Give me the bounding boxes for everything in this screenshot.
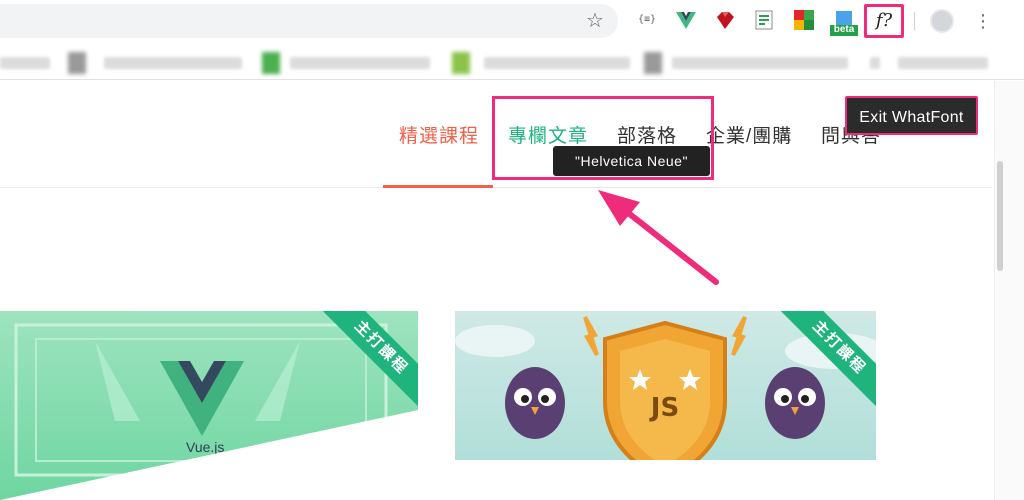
svg-text:JS: JS	[649, 393, 679, 423]
featured-ribbon: 主打課程	[780, 311, 876, 407]
profile-avatar[interactable]	[930, 9, 954, 33]
beta-extension-icon[interactable]: beta	[830, 9, 858, 36]
card-bottom-panel	[455, 460, 876, 500]
page-scrollbar[interactable]	[994, 81, 1024, 500]
featured-ribbon-label: 主打課程	[780, 311, 876, 407]
beta-badge: beta	[833, 24, 855, 35]
address-bar[interactable]	[0, 4, 618, 38]
bookmark-favicon-icon	[262, 52, 280, 74]
bookmark-item[interactable]	[870, 57, 880, 69]
course-card-vue[interactable]: Vue.js 主打課程	[0, 311, 418, 500]
bookmark-favicon-icon	[644, 52, 662, 74]
json-viewer-extension-icon[interactable]: {≡}	[636, 9, 658, 31]
toolbar-separator	[914, 12, 915, 30]
bookmark-item[interactable]	[0, 57, 50, 69]
bookmark-star-icon[interactable]: ☆	[582, 8, 608, 34]
font-name-tooltip: "Helvetica Neue"	[553, 146, 710, 176]
exit-whatfont-button[interactable]: Exit WhatFont	[845, 96, 978, 135]
browser-menu-icon[interactable]: ⋮	[974, 9, 992, 33]
nav-item-enterprise[interactable]: 企業/團購	[706, 121, 792, 148]
bookmark-item[interactable]	[672, 57, 848, 69]
vue-logo-text: Vue.js	[186, 439, 225, 455]
bookmark-item[interactable]	[484, 57, 630, 69]
bookmark-favicon-icon	[68, 52, 86, 74]
active-nav-indicator	[383, 185, 493, 188]
bookmarks-bar	[0, 44, 1024, 80]
bookmark-item[interactable]	[290, 57, 430, 69]
browser-toolbar: ☆ {≡} beta f? ⋮	[0, 0, 1024, 44]
ruby-extension-icon[interactable]	[714, 9, 736, 31]
bookmark-favicon-icon	[452, 52, 470, 74]
featured-ribbon-label: 主打課程	[322, 311, 418, 407]
course-card-js[interactable]: JS 主打課程	[455, 311, 876, 500]
sheet-extension-icon[interactable]	[753, 9, 775, 31]
color-grid-extension-icon[interactable]	[793, 9, 815, 31]
bookmark-item[interactable]	[898, 57, 988, 69]
nav-item-featured-courses[interactable]: 精選課程	[399, 121, 479, 148]
scrollbar-thumb[interactable]	[997, 161, 1003, 271]
vue-devtools-extension-icon[interactable]	[675, 9, 697, 31]
bookmark-item[interactable]	[104, 57, 242, 69]
whatfont-extension-icon[interactable]: f?	[864, 4, 904, 38]
featured-ribbon: 主打課程	[322, 311, 418, 407]
